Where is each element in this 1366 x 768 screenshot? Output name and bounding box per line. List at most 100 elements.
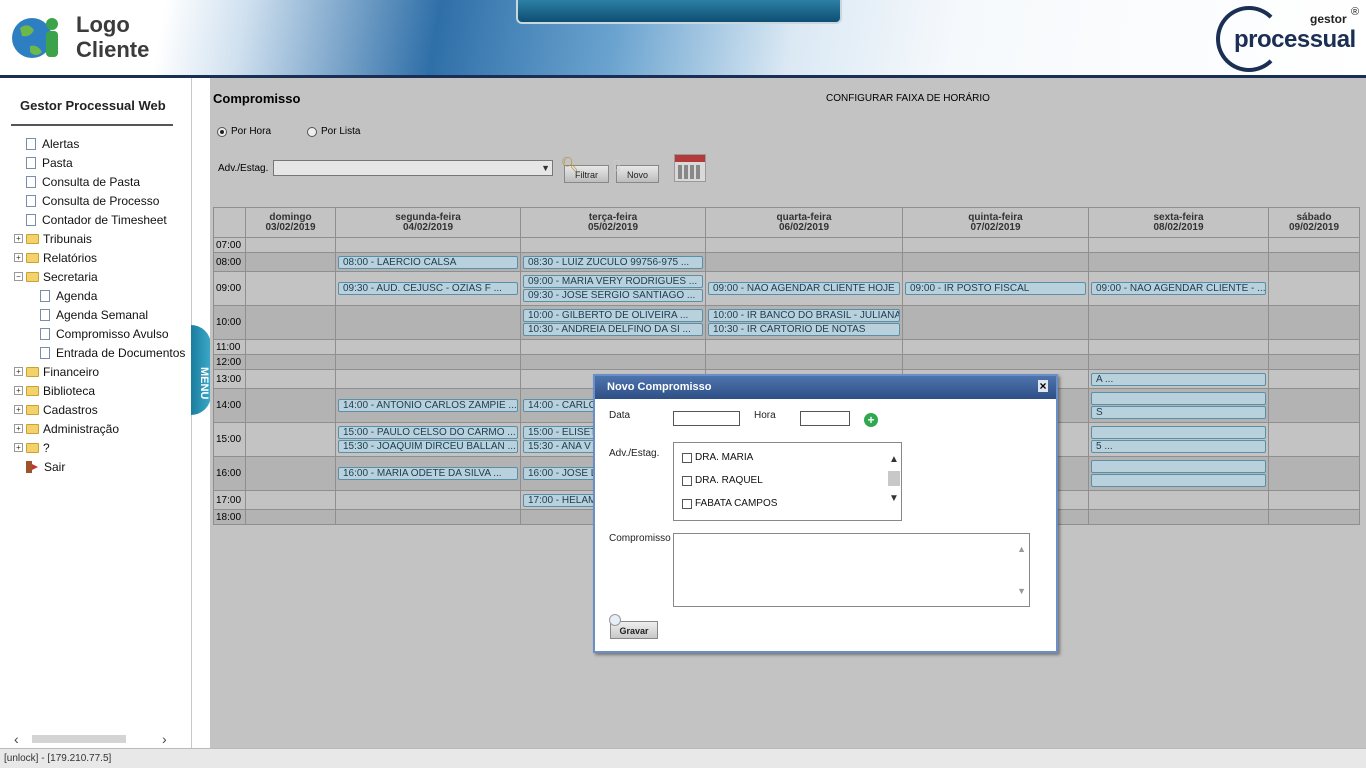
agenda-cell[interactable] xyxy=(902,305,1089,340)
agenda-cell[interactable] xyxy=(1268,237,1360,253)
agenda-cell[interactable]: 08:00 - LAERCIO CALSA xyxy=(335,252,521,272)
date-input[interactable] xyxy=(673,411,740,426)
agenda-cell[interactable] xyxy=(1268,339,1360,355)
radio-por-lista[interactable]: Por Lista xyxy=(307,126,360,137)
agenda-cell[interactable]: 09:00 - NÃO AGENDAR CLIENTE - ... xyxy=(1088,271,1269,306)
expand-icon[interactable]: + xyxy=(14,424,23,433)
sidebar-item-8[interactable]: Agenda xyxy=(14,286,194,305)
agenda-cell[interactable]: S xyxy=(1088,388,1269,423)
agenda-cell[interactable] xyxy=(902,339,1089,355)
radio-selected-icon[interactable] xyxy=(217,126,227,137)
sidebar-item-14[interactable]: + Cadastros xyxy=(14,400,194,419)
agenda-cell[interactable] xyxy=(245,369,336,389)
sidebar-item-6[interactable]: + Relatórios xyxy=(14,248,194,267)
save-button[interactable]: Gravar xyxy=(609,614,658,639)
agenda-cell[interactable]: 09:30 - AUD. CEJUSC - OZIAS F ... xyxy=(335,271,521,306)
agenda-cell[interactable] xyxy=(335,305,521,340)
scrollbar-thumb[interactable] xyxy=(32,735,126,743)
agenda-cell[interactable]: 16:00 - MARIA ODETE DA SILVA ... xyxy=(335,456,521,491)
sidebar-item-5[interactable]: + Tribunais xyxy=(14,229,194,248)
agenda-cell[interactable]: 09:00 - IR POSTO FISCAL xyxy=(902,271,1089,306)
expand-icon[interactable]: + xyxy=(14,405,23,414)
agenda-cell[interactable] xyxy=(1088,456,1269,491)
agenda-cell[interactable] xyxy=(1268,422,1360,457)
sidebar-item-16[interactable]: +? xyxy=(14,438,194,457)
agenda-cell[interactable]: 15:00 - PAULO CELSO DO CARMO ... 15:30 - … xyxy=(335,422,521,457)
appointment-chip[interactable]: 10:00 - GILBERTO DE OLIVEIRA ... xyxy=(523,309,703,322)
agenda-cell[interactable] xyxy=(1268,456,1360,491)
adv-list-scrollbar[interactable]: ▲ ▼ xyxy=(887,443,901,520)
agenda-cell[interactable] xyxy=(245,354,336,370)
scrollbar-thumb[interactable] xyxy=(888,471,900,486)
radio-unselected-icon[interactable] xyxy=(307,126,317,137)
agenda-cell[interactable] xyxy=(520,354,706,370)
appointment-chip[interactable]: 09:00 - NÃO AGENDAR CLIENTE HOJE xyxy=(708,282,900,295)
agenda-cell[interactable]: 5 ... xyxy=(1088,422,1269,457)
agenda-cell[interactable] xyxy=(245,388,336,423)
filter-button[interactable]: 🔍︎ Filtrar xyxy=(561,156,609,183)
expand-icon[interactable]: + xyxy=(14,443,23,452)
sidebar-item-9[interactable]: Agenda Semanal xyxy=(14,305,194,324)
agenda-cell[interactable] xyxy=(1268,354,1360,370)
agenda-cell[interactable]: A ... xyxy=(1088,369,1269,389)
collapse-icon[interactable]: − xyxy=(14,272,23,281)
appointment-chip[interactable]: 10:30 - ANDREIA DELFINO DA SI ... xyxy=(523,323,703,336)
expand-icon[interactable]: + xyxy=(14,234,23,243)
agenda-cell[interactable]: 14:00 - ANTONIO CARLOS ZAMPIE ... xyxy=(335,388,521,423)
appointment-chip[interactable]: A ... xyxy=(1091,372,1266,386)
agenda-cell[interactable] xyxy=(1268,271,1360,306)
sidebar-item-0[interactable]: Alertas xyxy=(14,134,194,153)
sidebar-scrollbar[interactable]: ‹ › xyxy=(10,732,180,746)
agenda-cell[interactable]: 09:00 - NÃO AGENDAR CLIENTE HOJE xyxy=(705,271,903,306)
agenda-cell[interactable] xyxy=(1268,305,1360,340)
appointment-chip[interactable]: 09:30 - AUD. CEJUSC - OZIAS F ... xyxy=(338,282,518,295)
agenda-cell[interactable] xyxy=(335,369,521,389)
agenda-cell[interactable] xyxy=(335,339,521,355)
close-icon[interactable]: × xyxy=(1038,380,1048,392)
appointment-chip[interactable]: 15:00 - PAULO CELSO DO CARMO ... xyxy=(338,426,518,439)
adv-filter-select[interactable]: ▼ xyxy=(273,160,553,176)
agenda-cell[interactable] xyxy=(520,339,706,355)
time-input[interactable] xyxy=(800,411,850,426)
appointment-chip[interactable]: 5 ... xyxy=(1091,440,1266,453)
expand-icon[interactable]: + xyxy=(14,367,23,376)
agenda-cell[interactable]: 09:00 - MARIA VERY RODRIGUES ... 09:30 - … xyxy=(520,271,706,306)
sidebar-item-11[interactable]: Entrada de Documentos xyxy=(14,343,194,362)
sidebar-item-2[interactable]: Consulta de Pasta xyxy=(14,172,194,191)
appointment-chip[interactable] xyxy=(1091,392,1266,405)
agenda-cell[interactable] xyxy=(1268,252,1360,272)
agenda-cell[interactable] xyxy=(245,271,336,306)
agenda-cell[interactable] xyxy=(1268,369,1360,389)
agenda-cell[interactable] xyxy=(1088,252,1269,272)
adv-option[interactable]: DRA. RAQUEL xyxy=(674,469,901,492)
checkbox[interactable] xyxy=(682,498,692,509)
agenda-cell[interactable]: 10:00 - IR BANCO DO BRASIL - JULIANA 10:3… xyxy=(705,305,903,340)
agenda-cell[interactable] xyxy=(245,305,336,340)
checkbox[interactable] xyxy=(682,452,692,463)
sidebar-item-17[interactable]: Sair xyxy=(14,457,194,476)
agenda-cell[interactable] xyxy=(335,237,521,253)
expand-icon[interactable]: + xyxy=(14,253,23,262)
agenda-cell[interactable] xyxy=(705,339,903,355)
appointment-chip[interactable] xyxy=(1091,474,1266,487)
appointment-textarea[interactable]: ▲ ▼ xyxy=(673,533,1030,607)
sidebar-item-10[interactable]: Compromisso Avulso xyxy=(14,324,194,343)
agenda-cell[interactable] xyxy=(1268,388,1360,423)
agenda-cell[interactable]: 10:00 - GILBERTO DE OLIVEIRA ... 10:30 - … xyxy=(520,305,706,340)
appointment-chip[interactable] xyxy=(1091,460,1266,473)
agenda-cell[interactable] xyxy=(1088,305,1269,340)
agenda-cell[interactable] xyxy=(245,509,336,525)
agenda-cell[interactable] xyxy=(705,252,903,272)
agenda-cell[interactable] xyxy=(335,354,521,370)
scroll-down-icon[interactable]: ▼ xyxy=(1017,586,1026,596)
appointment-chip[interactable]: 08:30 - LUIZ ZUCULO 99756-975 ... xyxy=(523,255,703,269)
agenda-cell[interactable] xyxy=(902,354,1089,370)
agenda-cell[interactable] xyxy=(705,354,903,370)
agenda-cell[interactable] xyxy=(335,509,521,525)
agenda-cell[interactable] xyxy=(245,252,336,272)
sidebar-item-12[interactable]: + Financeiro xyxy=(14,362,194,381)
appointment-chip[interactable]: 09:00 - MARIA VERY RODRIGUES ... xyxy=(523,275,703,288)
agenda-cell[interactable] xyxy=(245,339,336,355)
appointment-chip[interactable]: 09:00 - IR POSTO FISCAL xyxy=(905,282,1086,295)
scroll-up-icon[interactable]: ▲ xyxy=(889,454,899,465)
